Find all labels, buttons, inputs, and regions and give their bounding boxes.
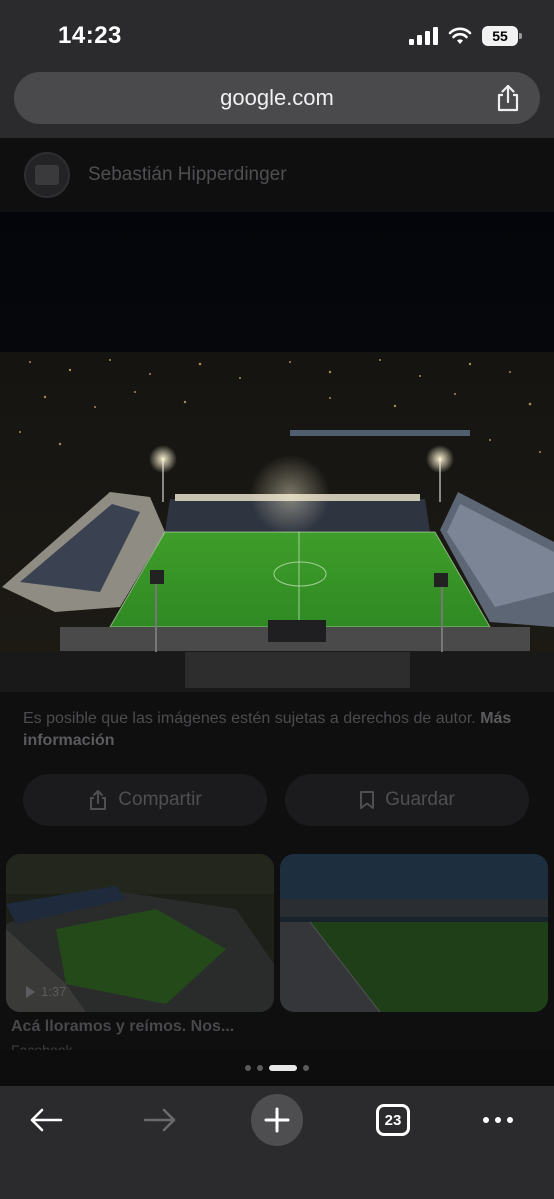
avatar[interactable] [24, 152, 70, 198]
page-dot [257, 1065, 263, 1071]
bookmark-icon [360, 791, 375, 809]
duration-text: 1:37 [41, 984, 67, 999]
author-name[interactable]: Sebastián Hipperdinger [88, 164, 287, 186]
battery-icon: 55 [482, 26, 522, 46]
forward-button[interactable] [134, 1094, 186, 1146]
floodlight [426, 445, 454, 473]
share-icon[interactable] [494, 83, 522, 113]
related-thumbnail[interactable]: 1:37 [6, 854, 274, 1012]
arrow-left-icon [30, 1108, 63, 1132]
page-dot [245, 1065, 251, 1071]
pagination-dots [0, 1050, 554, 1086]
new-tab-button[interactable] [250, 1094, 304, 1146]
related-thumbnail[interactable] [280, 854, 548, 1012]
rights-text: Es posible que las imágenes estén sujeta… [23, 710, 476, 727]
stadium-photo[interactable] [0, 212, 554, 692]
image-viewer: Sebastián Hipperdinger Es posible que la… [0, 138, 554, 1050]
tab-switcher-button[interactable]: 23 [372, 1094, 414, 1146]
author-row[interactable]: Sebastián Hipperdinger [24, 152, 287, 198]
page-dot-active [269, 1065, 297, 1071]
status-time: 14:23 [58, 22, 122, 49]
save-label: Guardar [385, 789, 455, 810]
copyright-notice: Es posible que las imágenes estén sujeta… [23, 708, 523, 752]
related-source: Facebook [11, 1042, 73, 1050]
more-horizontal-icon [483, 1117, 489, 1123]
save-button[interactable]: Guardar [285, 774, 529, 826]
related-title[interactable]: Acá lloramos y reímos. Nos... [11, 1018, 271, 1036]
play-icon [26, 985, 35, 998]
floodlight [149, 445, 177, 473]
wifi-icon [448, 27, 472, 44]
share-button[interactable]: Compartir [23, 774, 267, 826]
back-button[interactable] [20, 1094, 72, 1146]
pitch [110, 532, 490, 627]
share-label: Compartir [118, 789, 202, 810]
status-icons: 55 [409, 24, 522, 48]
scoreboard [268, 620, 326, 642]
plus-icon [264, 1107, 290, 1133]
arrow-right-icon [143, 1108, 176, 1132]
tab-count: 23 [376, 1104, 410, 1136]
video-duration: 1:37 [26, 984, 66, 999]
browser-top-chrome: 14:23 55 google.com [0, 0, 554, 138]
more-button[interactable] [478, 1094, 518, 1146]
cellular-signal-icon [409, 27, 438, 45]
share-icon [90, 790, 107, 810]
page-dot [303, 1065, 309, 1071]
distant-road [290, 430, 470, 436]
address-bar[interactable]: google.com [14, 72, 540, 124]
browser-toolbar: 23 [0, 1086, 554, 1199]
url-text[interactable]: google.com [14, 85, 540, 111]
